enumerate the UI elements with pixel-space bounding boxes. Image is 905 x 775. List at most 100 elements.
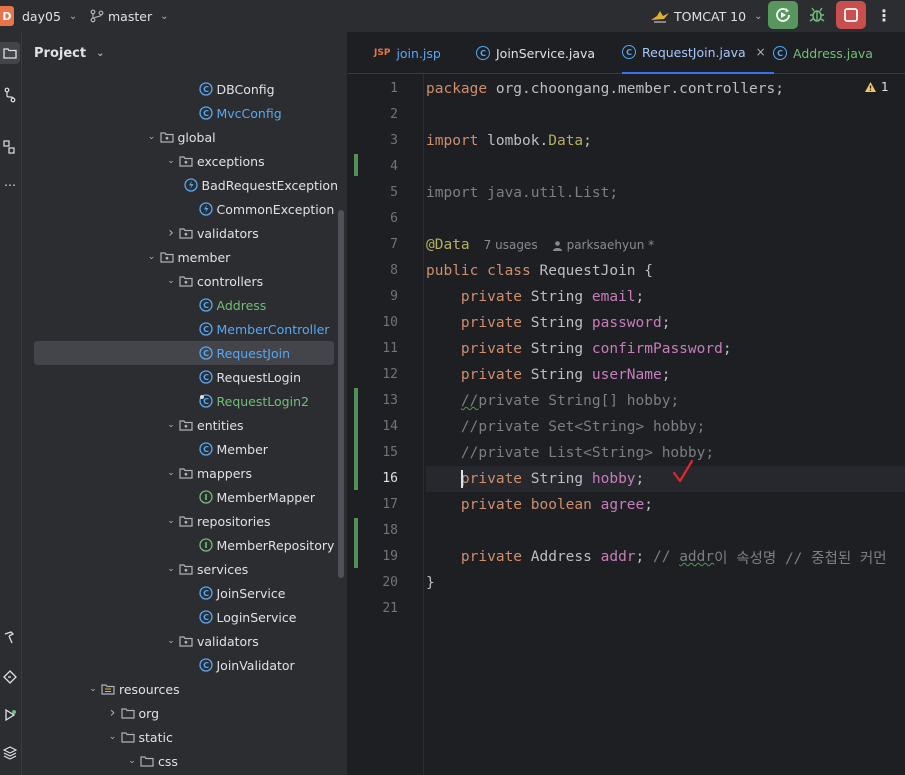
tree-item[interactable]: C LoginService	[22, 605, 338, 629]
tree-item[interactable]: C JoinValidator	[22, 653, 338, 677]
services-tool-button[interactable]	[0, 666, 20, 688]
line-number[interactable]: 21	[348, 601, 398, 616]
branch-switcher[interactable]: master ⌄	[90, 0, 168, 32]
chevron-down-icon[interactable]: ⌄	[106, 732, 120, 742]
code-line-1[interactable]: package org.choongang.member.controllers…	[426, 76, 784, 102]
line-number[interactable]: 5	[348, 185, 398, 200]
build-tool-button[interactable]	[0, 626, 20, 648]
chevron-down-icon[interactable]: ⌄	[164, 276, 178, 286]
tree-item[interactable]: C DBConfig	[22, 77, 338, 101]
tree-item[interactable]: › validators	[22, 221, 338, 245]
chevron-down-icon[interactable]: ⌄	[164, 468, 178, 478]
code-line-11[interactable]: private String confirmPassword;	[426, 336, 732, 362]
chevron-down-icon[interactable]: ⌄	[145, 252, 159, 262]
line-number[interactable]: 8	[348, 263, 398, 278]
tree-item[interactable]: C RequestLogin	[22, 365, 338, 389]
tree-item[interactable]: MemberMapper	[22, 485, 338, 509]
tree-item[interactable]: C RequestJoin	[34, 341, 334, 365]
project-tool-button[interactable]	[0, 42, 20, 64]
line-number[interactable]: 2	[348, 107, 398, 122]
tree-item[interactable]: ⌄ static	[22, 725, 338, 749]
line-number[interactable]: 7	[348, 237, 398, 252]
tab-joinservice-java[interactable]: C JoinService.java	[476, 32, 595, 74]
code-line-13[interactable]: //private String[] hobby;	[426, 388, 679, 414]
line-number[interactable]: 10	[348, 315, 398, 330]
tree-item[interactable]: C Member	[22, 437, 338, 461]
tree-item[interactable]: MemberRepository	[22, 533, 338, 557]
line-number[interactable]: 12	[348, 367, 398, 382]
tree-item[interactable]: BadRequestException	[22, 173, 338, 197]
code-line-17[interactable]: private boolean agree;	[426, 492, 653, 518]
tree-item[interactable]: C MvcConfig	[22, 101, 338, 125]
tab-address-java[interactable]: C Address.java	[773, 32, 873, 74]
run-tool-button[interactable]	[0, 704, 20, 726]
vertical-scrollbar[interactable]	[338, 210, 344, 578]
tab-join-jsp[interactable]: JSP join.jsp	[374, 32, 441, 74]
tree-item[interactable]: ⌄ validators	[22, 629, 338, 653]
code-line-5[interactable]: import java.util.List;	[426, 180, 618, 206]
debug-button[interactable]	[806, 4, 828, 26]
code-line-8[interactable]: public class RequestJoin {	[426, 258, 653, 284]
chevron-down-icon[interactable]: ⌄	[145, 132, 159, 142]
rerun-button[interactable]	[768, 1, 798, 29]
close-icon[interactable]: ×	[756, 45, 766, 59]
vcs-change-marker[interactable]	[354, 518, 358, 568]
tab-requestjoin-java[interactable]: C RequestJoin.java ×	[622, 32, 774, 74]
stop-button[interactable]	[836, 1, 866, 29]
tree-item[interactable]: C Address	[22, 293, 338, 317]
line-number[interactable]: 17	[348, 497, 398, 512]
chevron-right-icon[interactable]: ›	[164, 225, 178, 241]
tree-item[interactable]: › org	[22, 701, 338, 725]
tree-item[interactable]: ⌄ member	[22, 245, 338, 269]
tree-item[interactable]: C MemberController	[22, 317, 338, 341]
chevron-down-icon[interactable]: ⌄	[164, 636, 178, 646]
tree-item[interactable]: ⌄ exceptions	[22, 149, 338, 173]
chevron-down-icon[interactable]: ⌄	[164, 516, 178, 526]
chevron-down-icon[interactable]: ⌄	[164, 420, 178, 430]
tree-item[interactable]: CommonException	[22, 197, 338, 221]
vcs-change-marker[interactable]	[354, 466, 358, 490]
code-line-14[interactable]: //private Set<String> hobby;	[426, 414, 705, 440]
line-number[interactable]: 1	[348, 81, 398, 96]
project-switcher[interactable]: day05 ⌄	[22, 0, 77, 32]
chevron-down-icon[interactable]: ⌄	[164, 156, 178, 166]
tree-item[interactable]: ⌄ mappers	[22, 461, 338, 485]
vcs-change-marker[interactable]	[354, 154, 358, 176]
code-line-10[interactable]: private String password;	[426, 310, 671, 336]
tree-item[interactable]: C RequestLogin2	[22, 389, 338, 413]
code-line-16[interactable]: private String hobby;	[426, 466, 644, 492]
author-hint[interactable]: parksaehyun *	[552, 238, 654, 252]
more-options-button[interactable]: ⋮	[876, 4, 892, 26]
chevron-down-icon[interactable]: ⌄	[164, 564, 178, 574]
line-number[interactable]: 9	[348, 289, 398, 304]
code-line-20[interactable]: }	[426, 570, 435, 596]
chevron-right-icon[interactable]: ›	[106, 705, 120, 721]
chevron-down-icon[interactable]: ⌄	[86, 684, 100, 694]
tree-item[interactable]: ⌄ controllers	[22, 269, 338, 293]
line-number[interactable]: 6	[348, 211, 398, 226]
code-line-12[interactable]: private String userName;	[426, 362, 671, 388]
line-number[interactable]: 3	[348, 133, 398, 148]
inspection-widget[interactable]: 1	[864, 80, 889, 94]
tree-item[interactable]: ⌄ repositories	[22, 509, 338, 533]
commit-tool-button[interactable]	[0, 84, 20, 106]
structure-tool-button[interactable]	[0, 136, 20, 158]
more-tools-button[interactable]: ⋯	[0, 174, 20, 196]
usages-hint[interactable]: 7 usages	[484, 238, 538, 252]
tree-item[interactable]: ⌄ services	[22, 557, 338, 581]
run-config-selector[interactable]: TOMCAT 10 ⌄	[650, 0, 762, 32]
tree-item[interactable]: C JoinService	[22, 581, 338, 605]
tree-item[interactable]: ⌄ css	[22, 749, 338, 773]
code-line-3[interactable]: import lombok. Data;	[426, 128, 592, 154]
tree-item[interactable]: ⌄ entities	[22, 413, 338, 437]
line-number[interactable]: 11	[348, 341, 398, 356]
line-number[interactable]: 20	[348, 575, 398, 590]
chevron-down-icon[interactable]: ⌄	[125, 756, 139, 766]
tree-item[interactable]: ⌄ resources	[22, 677, 338, 701]
project-panel-header[interactable]: Project ⌄	[34, 46, 104, 61]
code-line-19[interactable]: private Address addr; // addr 이 속성명 // 중첩…	[426, 544, 887, 570]
code-line-9[interactable]: private String email;	[426, 284, 644, 310]
code-line-7[interactable]: @Data 7 usages parksaehyun *	[426, 232, 654, 258]
layers-tool-button[interactable]	[0, 742, 20, 764]
tree-item[interactable]: ⌄ global	[22, 125, 338, 149]
